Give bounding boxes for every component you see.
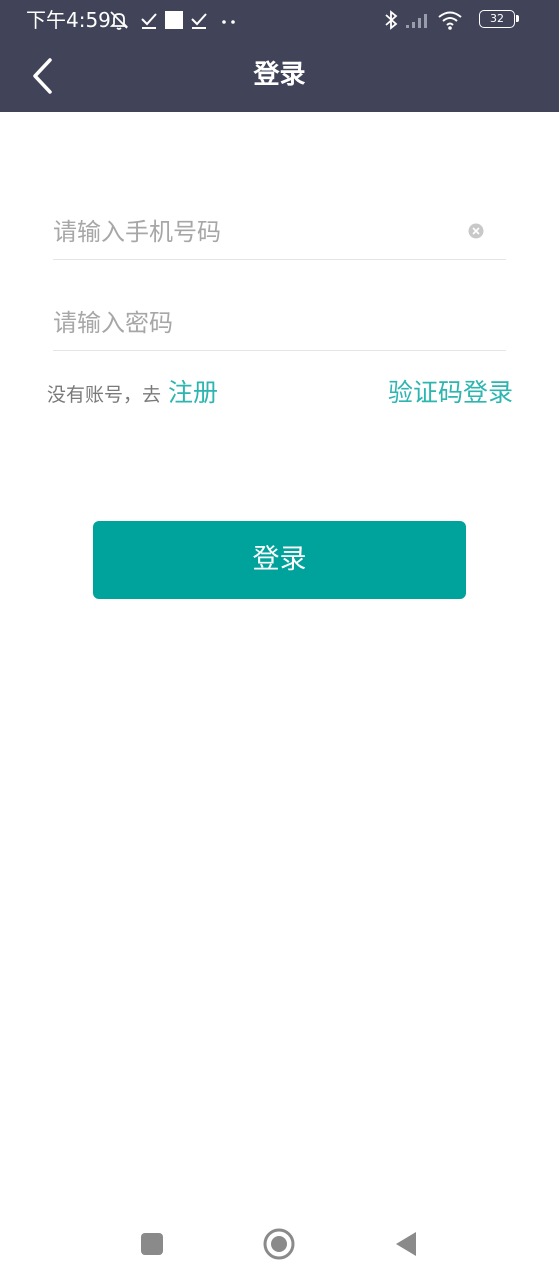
status-bar: 下午4:59 32	[0, 0, 559, 40]
battery-tip	[516, 15, 519, 22]
login-button[interactable]: 登录	[93, 521, 466, 599]
register-prompt: 没有账号，去	[47, 384, 162, 406]
download-done-icon-2	[191, 13, 207, 29]
download-done-icon	[141, 13, 157, 29]
register-link[interactable]: 注册	[168, 377, 218, 409]
phone-field	[53, 204, 506, 260]
system-nav-bar	[0, 1210, 559, 1280]
battery-icon: 32	[479, 10, 515, 28]
more-dots-icon	[222, 20, 235, 24]
password-input[interactable]	[53, 295, 453, 350]
system-status-icons: 32	[383, 9, 533, 31]
clear-x-icon[interactable]	[468, 223, 484, 239]
bluetooth-icon	[385, 10, 398, 30]
auth-links: 没有账号，去 注册 验证码登录	[47, 374, 513, 414]
square-icon[interactable]	[134, 1226, 170, 1262]
title-bar: 登录	[0, 40, 559, 112]
login-screen: 下午4:59 32 登录 请输入手机号码 没有账号，去 注册 验证码登录 登录	[0, 0, 559, 1280]
password-field	[53, 295, 506, 351]
battery-level: 32	[490, 12, 504, 25]
app-header: 下午4:59 32 登录	[0, 0, 559, 112]
square-notification-icon	[165, 11, 183, 29]
phone-input[interactable]	[53, 204, 453, 259]
status-time: 下午4:59	[26, 8, 111, 32]
signal-icon	[406, 14, 427, 28]
page-title: 登录	[253, 60, 306, 90]
triangle-back-icon[interactable]	[388, 1226, 424, 1262]
circle-icon[interactable]	[261, 1226, 297, 1262]
sms-login-link[interactable]: 验证码登录	[388, 377, 513, 409]
muted-bell-icon	[109, 11, 129, 30]
wifi-icon	[438, 11, 462, 30]
